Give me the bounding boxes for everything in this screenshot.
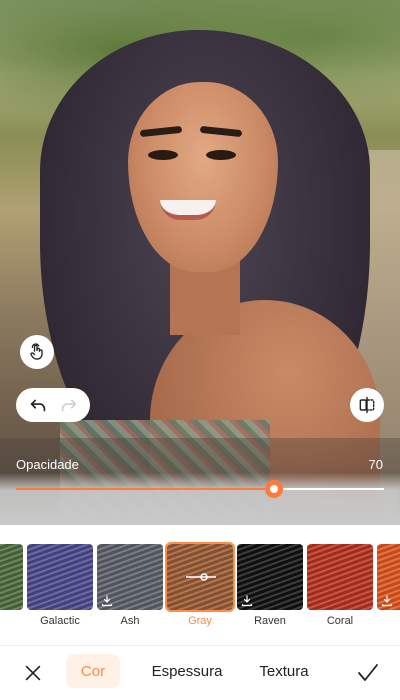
opacity-slider-fill xyxy=(16,488,274,490)
tab-cor[interactable]: Cor xyxy=(66,654,120,688)
swatch-gray[interactable] xyxy=(165,542,235,612)
close-icon xyxy=(25,665,41,681)
swatch-een[interactable] xyxy=(0,544,23,610)
hand-tap-icon xyxy=(30,343,43,360)
opacity-label: Opacidade xyxy=(16,457,79,472)
bottom-toolbar: Cor Espessura Textura xyxy=(0,645,400,700)
left-eye xyxy=(148,150,178,160)
undo-button[interactable] xyxy=(27,394,49,416)
tab-textura[interactable]: Textura xyxy=(252,654,316,688)
close-button[interactable] xyxy=(22,662,44,684)
hair-color-swatches: eenGalacticAshGrayRavenCoralCo xyxy=(0,525,400,635)
tab-espessura[interactable]: Espessura xyxy=(146,654,228,688)
swatch-raven[interactable] xyxy=(237,544,303,610)
redo-icon xyxy=(61,399,76,412)
undo-icon xyxy=(30,399,45,412)
download-icon xyxy=(381,595,393,607)
confirm-button[interactable] xyxy=(356,662,380,684)
touch-mode-button[interactable] xyxy=(20,335,54,369)
opacity-slider[interactable] xyxy=(16,480,384,498)
swatch-label: Gray xyxy=(188,615,212,627)
opacity-value: 70 xyxy=(368,457,383,472)
face xyxy=(128,82,278,272)
swatch-ash[interactable] xyxy=(97,544,163,610)
intensity-slider-icon xyxy=(186,573,216,581)
redo-button[interactable] xyxy=(58,394,80,416)
swatch-label: Galactic xyxy=(40,615,80,627)
download-icon xyxy=(241,595,253,607)
opacity-slider-thumb[interactable] xyxy=(265,480,283,498)
swatch-label: Co xyxy=(370,615,400,627)
swatch-co[interactable] xyxy=(377,544,400,610)
swatch-coral[interactable] xyxy=(307,544,373,610)
download-icon xyxy=(101,595,113,607)
swatch-label: Ash xyxy=(120,615,140,627)
swatch-galactic[interactable] xyxy=(27,544,93,610)
checkmark-icon xyxy=(358,664,378,681)
opacity-panel: Opacidade 70 xyxy=(0,438,400,525)
right-eye xyxy=(206,150,236,160)
history-controls xyxy=(16,388,90,422)
compare-icon xyxy=(359,396,375,414)
swatch-label: Raven xyxy=(254,615,286,627)
compare-button[interactable] xyxy=(350,388,384,422)
swatch-label: Coral xyxy=(326,615,354,627)
